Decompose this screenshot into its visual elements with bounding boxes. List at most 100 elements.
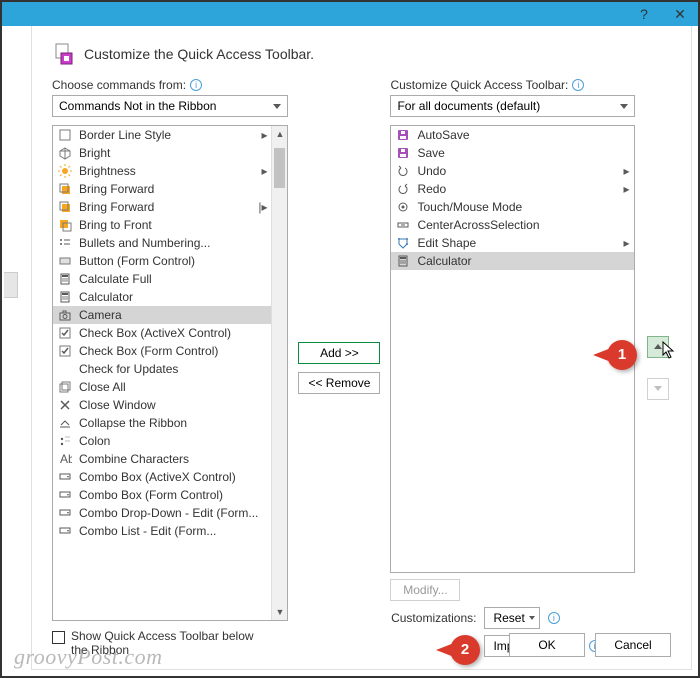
dialog-title: Customize the Quick Access Toolbar.	[84, 46, 314, 62]
combo-icon	[57, 487, 73, 503]
titlebar: ? ✕	[2, 2, 698, 26]
submenu-indicator-icon: |▸	[258, 200, 267, 214]
choose-commands-select[interactable]: Commands Not in the Ribbon	[52, 95, 288, 117]
collapse-icon	[57, 415, 73, 431]
front-icon	[57, 217, 73, 233]
submenu-indicator-icon: ▸	[261, 164, 267, 178]
scroll-thumb[interactable]	[274, 148, 285, 188]
blank-icon	[57, 361, 73, 377]
list-item[interactable]: Combo List - Edit (Form...	[53, 522, 271, 540]
item-label: Undo	[417, 164, 617, 178]
check-icon	[57, 325, 73, 341]
move-down-button[interactable]	[647, 378, 669, 400]
save-icon	[395, 145, 411, 161]
list-item[interactable]: Collapse the Ribbon	[53, 414, 271, 432]
item-label: Edit Shape	[417, 236, 617, 250]
list-item[interactable]: AutoSave	[391, 126, 633, 144]
item-label: Camera	[79, 308, 267, 322]
list-item[interactable]: Save	[391, 144, 633, 162]
commands-listbox[interactable]: Border Line Style▸BrightBrightness▸Bring…	[52, 125, 288, 621]
close-button[interactable]: ✕	[662, 2, 698, 26]
btn-icon	[57, 253, 73, 269]
list-item[interactable]: AbCombine Characters	[53, 450, 271, 468]
annotation-2: 2	[450, 635, 480, 665]
item-label: Touch/Mouse Mode	[417, 200, 629, 214]
combo-icon	[57, 469, 73, 485]
item-label: Combo Box (Form Control)	[79, 488, 267, 502]
chevron-down-icon	[654, 386, 662, 391]
ok-button[interactable]: OK	[509, 633, 585, 657]
item-label: Combo Drop-Down - Edit (Form...	[79, 506, 267, 520]
list-item[interactable]: Bring Forward	[53, 180, 271, 198]
submenu-indicator-icon: ▸	[623, 236, 629, 250]
calc-icon	[395, 253, 411, 269]
list-item[interactable]: Check Box (ActiveX Control)	[53, 324, 271, 342]
cursor-icon	[662, 341, 676, 359]
list-item[interactable]: Bring to Front	[53, 216, 271, 234]
item-label: Calculator	[417, 254, 629, 268]
remove-button[interactable]: << Remove	[298, 372, 380, 394]
item-label: Close Window	[79, 398, 267, 412]
item-label: Bright	[79, 146, 267, 160]
list-item[interactable]: Bring Forward |▸	[53, 198, 271, 216]
save-icon	[395, 127, 411, 143]
item-label: Bring Forward	[79, 200, 252, 214]
bullets-icon	[57, 235, 73, 251]
list-item[interactable]: Combo Drop-Down - Edit (Form...	[53, 504, 271, 522]
list-item[interactable]: Redo ▸	[391, 180, 633, 198]
border-icon	[57, 127, 73, 143]
list-item[interactable]: Colon	[53, 432, 271, 450]
info-icon[interactable]: i	[572, 79, 584, 91]
list-item[interactable]: Edit Shape ▸	[391, 234, 633, 252]
list-item[interactable]: Bullets and Numbering...	[53, 234, 271, 252]
list-item[interactable]: Combo Box (Form Control)	[53, 486, 271, 504]
choose-commands-label: Choose commands from:i	[52, 78, 288, 92]
show-below-checkbox[interactable]	[52, 631, 65, 644]
list-item[interactable]: Touch/Mouse Mode	[391, 198, 633, 216]
item-label: Button (Form Control)	[79, 254, 267, 268]
edit-icon	[395, 235, 411, 251]
list-item[interactable]: Border Line Style▸	[53, 126, 271, 144]
list-item[interactable]: Check Box (Form Control)	[53, 342, 271, 360]
list-item[interactable]: Undo ▸	[391, 162, 633, 180]
info-icon[interactable]: i	[190, 79, 202, 91]
scroll-up-icon[interactable]: ▲	[272, 126, 287, 142]
customize-qat-label: Customize Quick Access Toolbar:i	[390, 78, 634, 92]
info-icon[interactable]: i	[548, 612, 560, 624]
annotation-1: 1	[607, 340, 637, 370]
list-item[interactable]: Bright	[53, 144, 271, 162]
list-item[interactable]: Brightness▸	[53, 162, 271, 180]
list-item[interactable]: Close All	[53, 378, 271, 396]
item-label: Combo Box (ActiveX Control)	[79, 470, 267, 484]
list-item[interactable]: Check for Updates	[53, 360, 271, 378]
list-item[interactable]: Calculate Full	[53, 270, 271, 288]
submenu-indicator-icon: ▸	[261, 128, 267, 142]
list-item[interactable]: Calculator	[53, 288, 271, 306]
list-item[interactable]: Close Window	[53, 396, 271, 414]
list-item[interactable]: Calculator	[391, 252, 633, 270]
undo-icon	[395, 163, 411, 179]
options-tab-edge[interactable]	[4, 272, 18, 298]
reset-button[interactable]: Reset	[484, 607, 539, 629]
scope-select[interactable]: For all documents (default)	[390, 95, 634, 117]
scroll-down-icon[interactable]: ▼	[272, 604, 287, 620]
list-item[interactable]: Combo Box (ActiveX Control)	[53, 468, 271, 486]
calc-icon	[57, 289, 73, 305]
sun-icon	[57, 163, 73, 179]
move-up-button[interactable]	[647, 336, 669, 358]
item-label: Redo	[417, 182, 617, 196]
list-item[interactable]: Button (Form Control)	[53, 252, 271, 270]
item-label: AutoSave	[417, 128, 629, 142]
submenu-indicator-icon: ▸	[623, 182, 629, 196]
cancel-button[interactable]: Cancel	[595, 633, 671, 657]
list-item[interactable]: CenterAcrossSelection	[391, 216, 633, 234]
add-button[interactable]: Add >>	[298, 342, 380, 364]
redo-icon	[395, 181, 411, 197]
scrollbar[interactable]: ▲ ▼	[271, 126, 287, 620]
list-item[interactable]: Camera	[53, 306, 271, 324]
help-button[interactable]: ?	[626, 2, 662, 26]
show-below-label: Show Quick Access Toolbar below the Ribb…	[71, 629, 271, 657]
item-label: Calculator	[79, 290, 267, 304]
submenu-indicator-icon: ▸	[623, 164, 629, 178]
cube-icon	[57, 145, 73, 161]
